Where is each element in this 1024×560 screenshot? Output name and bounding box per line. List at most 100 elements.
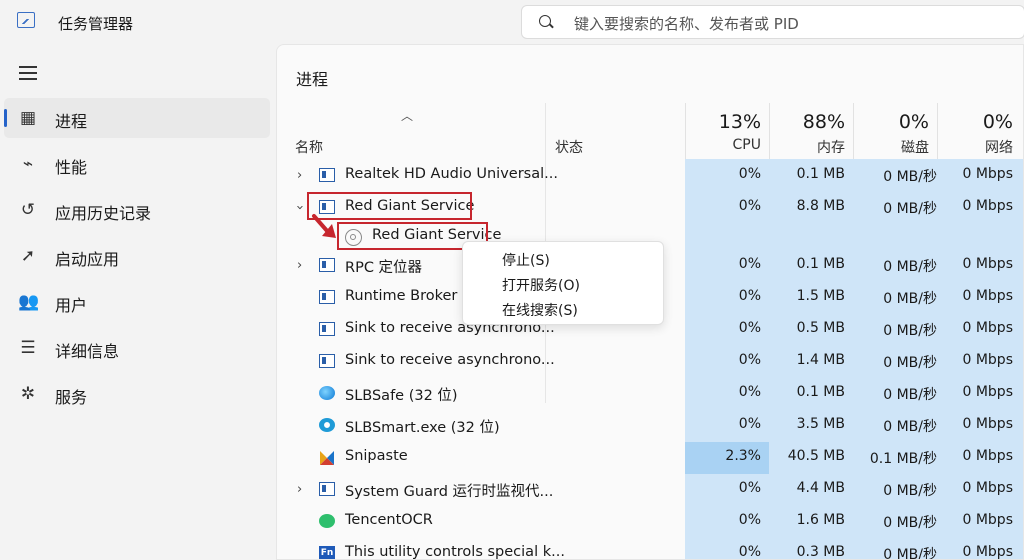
expand-chevron-icon[interactable]: › <box>297 258 302 273</box>
disk-value: 0 MB/秒 <box>883 515 937 531</box>
tencentocr-icon <box>319 514 335 528</box>
collapse-chevron-icon[interactable]: › <box>292 205 307 210</box>
sidebar-item-label: 应用历史记录 <box>55 204 152 223</box>
network-value: 0 Mbps <box>962 384 1013 400</box>
process-name: System Guard 运行时监视代... <box>345 484 554 500</box>
sidebar-item-performance[interactable]: ⌁ 性能 <box>4 144 270 184</box>
process-name: Realtek HD Audio Universal... <box>345 166 558 182</box>
search-input[interactable]: 键入要搜索的名称、发布者或 PID <box>574 13 799 34</box>
sidebar-item-label: 启动应用 <box>55 250 120 269</box>
cpu-value: 2.3% <box>725 448 761 464</box>
network-value: 0 Mbps <box>962 512 1013 528</box>
table-row[interactable]: Snipaste 2.3% 40.5 MB 0.1 MB/秒 0 Mbps <box>277 442 1023 474</box>
memory-value: 0.5 MB <box>796 320 845 336</box>
network-value: 0 Mbps <box>962 256 1013 272</box>
memory-value: 0.1 MB <box>796 166 845 182</box>
sidebar-item-label: 服务 <box>55 388 88 407</box>
column-header-status[interactable]: 状态 <box>555 137 583 157</box>
app-history-icon: ↺ <box>20 200 36 220</box>
column-header-disk-pct[interactable]: 0% <box>853 111 929 133</box>
network-value: 0 Mbps <box>962 166 1013 182</box>
disk-value: 0 MB/秒 <box>883 323 937 339</box>
process-name: Runtime Broker <box>345 288 458 304</box>
sidebar: ▦ 进程 ⌁ 性能 ↺ 应用历史记录 ➚ 启动应用 👥 用户 ☰ 详细信息 ✲ … <box>0 44 276 560</box>
column-header-disk[interactable]: 磁盘 <box>853 137 929 157</box>
app-window-icon <box>319 290 335 304</box>
app-window-icon <box>319 354 335 368</box>
column-header-cpu[interactable]: CPU <box>685 137 761 153</box>
column-header-network[interactable]: 网络 <box>937 137 1013 157</box>
process-name: This utility controls special k... <box>345 544 565 560</box>
cpu-value: 0% <box>738 166 761 182</box>
app-title: 任务管理器 <box>58 15 134 33</box>
annotation-arrow-icon <box>312 214 336 238</box>
sidebar-item-processes[interactable]: ▦ 进程 <box>4 98 270 138</box>
performance-icon: ⌁ <box>22 154 34 174</box>
sidebar-item-users[interactable]: 👥 用户 <box>4 282 270 322</box>
column-header-network-pct[interactable]: 0% <box>937 111 1013 133</box>
cpu-value: 0% <box>738 198 761 214</box>
cpu-value: 0% <box>738 480 761 496</box>
cpu-value: 0% <box>738 416 761 432</box>
sidebar-item-label: 进程 <box>55 112 88 131</box>
sidebar-item-startup-apps[interactable]: ➚ 启动应用 <box>4 236 270 276</box>
table-row[interactable]: Fn This utility controls special k... 0%… <box>277 538 1023 560</box>
network-value: 0 Mbps <box>962 480 1013 496</box>
slbsafe-icon <box>319 386 335 400</box>
table-row[interactable]: › Realtek HD Audio Universal... 0% 0.1 M… <box>277 160 1023 192</box>
disk-value: 0 MB/秒 <box>883 483 937 499</box>
sidebar-item-label: 详细信息 <box>55 342 120 361</box>
search-box[interactable]: 键入要搜索的名称、发布者或 PID <box>521 5 1024 39</box>
process-name: TencentOCR <box>345 512 433 528</box>
memory-value: 0.1 MB <box>796 256 845 272</box>
process-name: SLBSafe (32 位) <box>345 388 458 404</box>
startup-apps-icon: ➚ <box>20 246 36 266</box>
table-row[interactable]: › System Guard 运行时监视代... 0% 4.4 MB 0 MB/… <box>277 474 1023 506</box>
memory-value: 1.4 MB <box>796 352 845 368</box>
memory-value: 1.6 MB <box>796 512 845 528</box>
table-row[interactable]: SLBSmart.exe (32 位) 0% 3.5 MB 0 MB/秒 0 M… <box>277 410 1023 442</box>
slbsmart-icon <box>319 418 335 432</box>
cpu-value: 0% <box>738 256 761 272</box>
table-row[interactable]: Sink to receive asynchrono... 0% 1.4 MB … <box>277 346 1023 378</box>
disk-value: 0 MB/秒 <box>883 547 937 560</box>
network-value: 0 Mbps <box>962 288 1013 304</box>
table-row[interactable]: SLBSafe (32 位) 0% 0.1 MB 0 MB/秒 0 Mbps <box>277 378 1023 410</box>
disk-value: 0 MB/秒 <box>883 387 937 403</box>
disk-value: 0 MB/秒 <box>883 419 937 435</box>
cpu-value: 0% <box>738 544 761 560</box>
services-icon: ✲ <box>20 384 36 404</box>
column-header-cpu-pct[interactable]: 13% <box>685 111 761 133</box>
column-header-memory-pct[interactable]: 88% <box>769 111 845 133</box>
column-header-name[interactable]: 名称 <box>295 137 323 157</box>
network-value: 0 Mbps <box>962 544 1013 560</box>
users-icon: 👥 <box>18 292 40 312</box>
expand-chevron-icon[interactable]: › <box>297 168 302 183</box>
sidebar-item-label: 性能 <box>55 158 88 177</box>
sidebar-item-app-history[interactable]: ↺ 应用历史记录 <box>4 190 270 230</box>
details-icon: ☰ <box>20 338 36 358</box>
memory-value: 3.5 MB <box>796 416 845 432</box>
sidebar-item-services[interactable]: ✲ 服务 <box>4 374 270 414</box>
hamburger-menu-icon[interactable] <box>19 66 37 80</box>
disk-value: 0 MB/秒 <box>883 169 937 185</box>
page-title: 进程 <box>296 70 329 89</box>
app-window-icon <box>319 258 335 272</box>
menu-item-stop[interactable]: 停止(S) <box>502 250 550 270</box>
memory-value: 40.5 MB <box>787 448 845 464</box>
expand-chevron-icon[interactable]: › <box>297 482 302 497</box>
sort-caret-icon[interactable]: ︿ <box>401 107 413 124</box>
memory-value: 8.8 MB <box>796 198 845 214</box>
sidebar-item-details[interactable]: ☰ 详细信息 <box>4 328 270 368</box>
process-name: Sink to receive asynchrono... <box>345 352 555 368</box>
table-row[interactable]: TencentOCR 0% 1.6 MB 0 MB/秒 0 Mbps <box>277 506 1023 538</box>
cpu-value: 0% <box>738 288 761 304</box>
column-header-memory[interactable]: 内存 <box>769 137 845 157</box>
memory-value: 1.5 MB <box>796 288 845 304</box>
process-name: SLBSmart.exe (32 位) <box>345 420 500 436</box>
process-name: Snipaste <box>345 448 408 464</box>
snipaste-icon <box>319 450 335 465</box>
title-bar: 任务管理器 键入要搜索的名称、发布者或 PID <box>0 0 1024 44</box>
menu-item-open-services[interactable]: 打开服务(O) <box>502 275 580 295</box>
menu-item-search-online[interactable]: 在线搜索(S) <box>502 300 578 320</box>
